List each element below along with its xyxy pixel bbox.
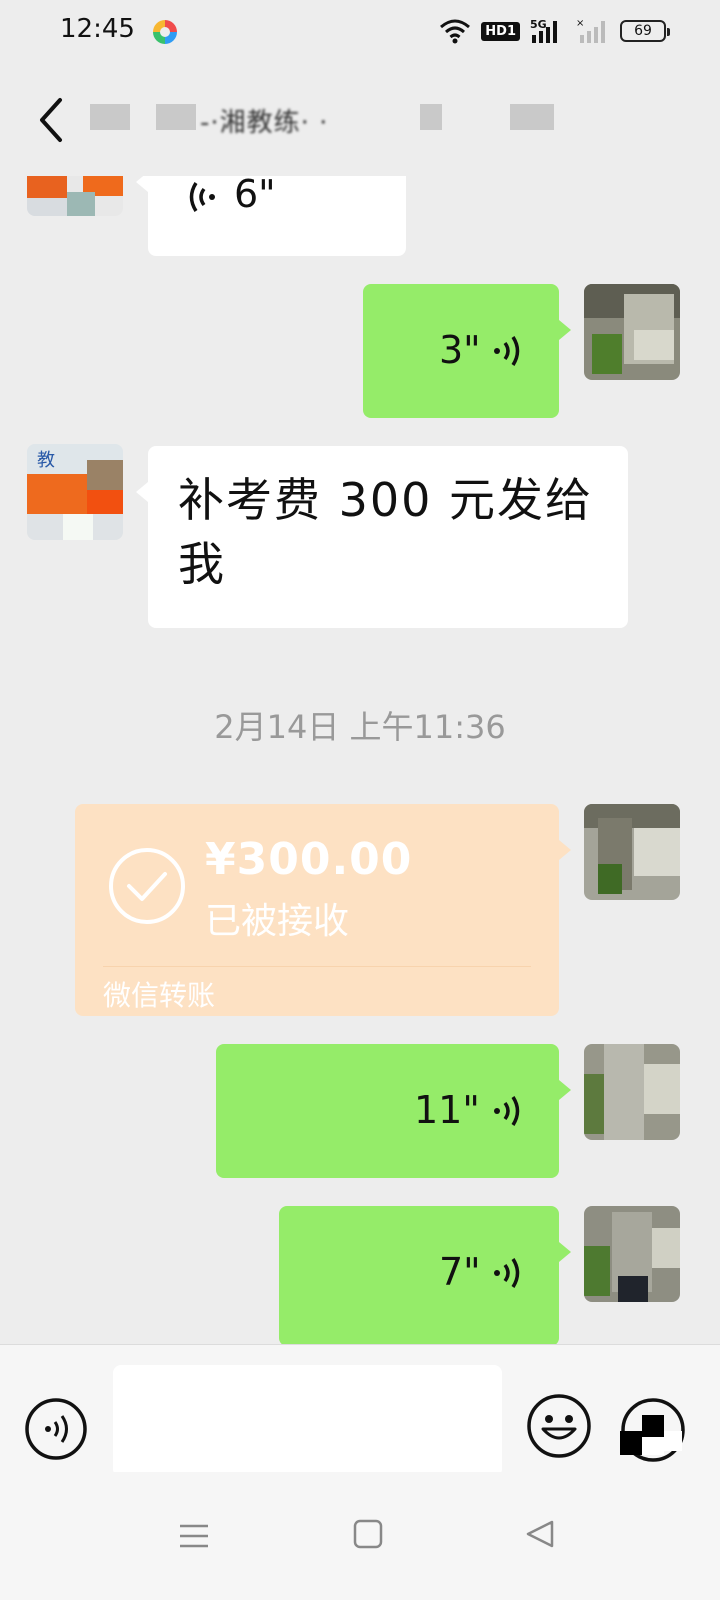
voice-duration: 6" (234, 176, 276, 216)
message-list[interactable]: 6" 3" 教 补考费 300 元发给我 2月14日 上午11:36 ¥300.… (0, 176, 720, 1344)
voice-input-icon[interactable] (24, 1397, 88, 1461)
avatar-self[interactable] (584, 804, 680, 900)
transfer-card[interactable]: ¥300.00 已被接收 微信转账 (75, 804, 571, 1016)
avatar-self[interactable] (584, 1044, 680, 1140)
back-triangle-icon[interactable] (522, 1516, 558, 1552)
pinwheel-app-icon (153, 20, 177, 44)
input-bar (0, 1344, 720, 1477)
voice-message-outgoing[interactable]: 11" (216, 1044, 571, 1178)
message-timestamp: 2月14日 上午11:36 (214, 708, 506, 746)
text-message-incoming[interactable]: 补考费 300 元发给我 (136, 446, 628, 628)
wifi-icon (440, 19, 471, 44)
chat-title[interactable]: -·湘教练· · (90, 102, 560, 138)
message-text: 补考费 300 元发给我 (178, 473, 594, 591)
menu-icon[interactable] (176, 1518, 212, 1554)
voice-message-outgoing[interactable]: 3" (363, 284, 571, 418)
signal-no-service-icon: × (576, 18, 605, 43)
avatar-contact[interactable] (27, 176, 123, 216)
chat-header: -·湘教练· · (0, 64, 720, 176)
chevron-left-icon[interactable] (30, 92, 74, 148)
voice-wave-icon (494, 336, 520, 366)
check-circle-icon (109, 848, 185, 924)
voice-duration: 11" (414, 1088, 480, 1132)
voice-message-outgoing[interactable]: 7" (279, 1206, 571, 1344)
battery-level: 69 (634, 23, 652, 39)
voice-wave-icon (494, 1096, 520, 1126)
svg-text:教: 教 (37, 450, 55, 471)
voice-wave-icon (494, 1258, 520, 1288)
plus-circle-icon[interactable] (620, 1397, 686, 1463)
message-input[interactable] (113, 1365, 502, 1477)
voice-duration: 3" (439, 328, 481, 372)
status-bar: 12:45 HD1 5G × 69 (0, 0, 720, 64)
transfer-label: 微信转账 (103, 979, 216, 1012)
system-nav-bar (0, 1472, 720, 1600)
avatar-self[interactable] (584, 284, 680, 380)
hd-badge: HD1 (481, 21, 520, 41)
chat-title-text: -·湘教练· · (200, 108, 329, 138)
home-square-icon[interactable] (350, 1516, 386, 1552)
voice-message-incoming[interactable]: 6" (136, 176, 406, 256)
voice-duration: 7" (439, 1250, 481, 1294)
signal-5g-icon: 5G (530, 18, 557, 43)
emoji-icon[interactable] (526, 1393, 592, 1459)
battery-icon: 69 (620, 20, 670, 42)
avatar-contact[interactable]: 教 (27, 444, 123, 540)
transfer-divider (103, 966, 531, 967)
svg-text:×: × (576, 18, 584, 29)
transfer-status: 已被接收 (205, 901, 350, 942)
avatar-self[interactable] (584, 1206, 680, 1302)
svg-text:5G: 5G (530, 18, 547, 31)
transfer-amount: ¥300.00 (205, 834, 413, 885)
status-indicators: HD1 5G × 69 (439, 16, 670, 46)
voice-wave-icon (189, 182, 215, 212)
status-time: 12:45 (60, 14, 135, 44)
